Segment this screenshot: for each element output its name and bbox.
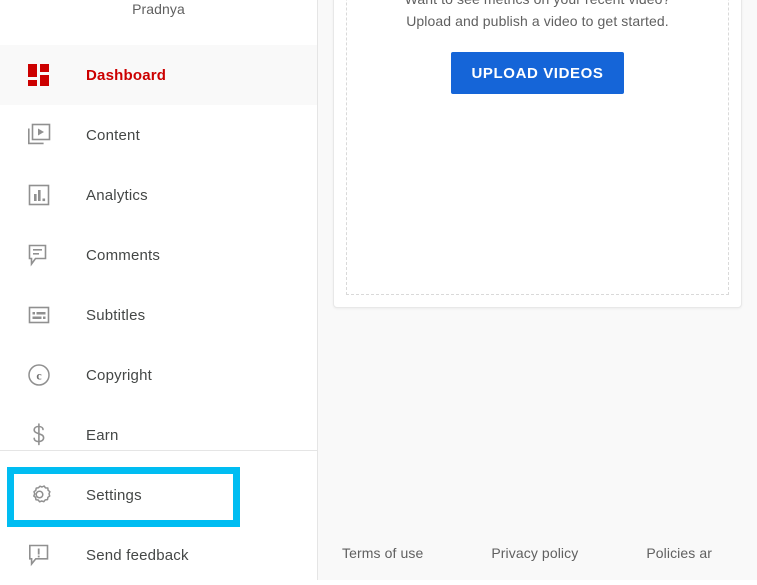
footer-link-terms[interactable]: Terms of use <box>342 545 423 561</box>
channel-name: Pradnya <box>132 1 185 17</box>
dashboard-card: Want to see metrics on your recent video… <box>333 0 742 308</box>
dashboard-icon <box>24 60 54 90</box>
sidebar-item-label: Subtitles <box>86 306 146 324</box>
footer-link-privacy[interactable]: Privacy policy <box>491 545 578 561</box>
footer-links: Terms of use Privacy policy Policies ar <box>342 545 757 561</box>
sidebar-nav: Dashboard Content Analytics Comments Sub… <box>0 45 317 585</box>
sidebar-item-settings[interactable]: Settings <box>0 465 317 525</box>
sidebar-item-label: Copyright <box>86 366 152 384</box>
sidebar-item-label: Comments <box>86 246 161 264</box>
feedback-icon <box>24 540 54 570</box>
sidebar-item-analytics[interactable]: Analytics <box>0 165 317 225</box>
sidebar-item-subtitles[interactable]: Subtitles <box>0 285 317 345</box>
youtube-studio-window: Pradnya Dashboard Content Analytics Comm… <box>0 0 757 580</box>
empty-state-dropzone[interactable]: Want to see metrics on your recent video… <box>346 0 729 295</box>
dollar-icon <box>24 420 54 450</box>
sidebar-item-earn[interactable]: Earn <box>0 405 317 465</box>
sidebar-item-label: Settings <box>86 486 142 504</box>
comments-icon <box>24 240 54 270</box>
empty-state-line2: Upload and publish a video to get starte… <box>406 13 669 29</box>
sidebar: Pradnya Dashboard Content Analytics Comm… <box>0 0 318 580</box>
copyright-icon: c <box>24 360 54 390</box>
sidebar-item-label: Earn <box>86 426 119 444</box>
sidebar-item-content[interactable]: Content <box>0 105 317 165</box>
sidebar-item-label: Send feedback <box>86 546 189 564</box>
main-content: Want to see metrics on your recent video… <box>318 0 757 580</box>
analytics-icon <box>24 180 54 210</box>
sidebar-item-send-feedback[interactable]: Send feedback <box>0 525 317 585</box>
svg-text:c: c <box>36 369 42 383</box>
empty-state-line1: Want to see metrics on your recent video… <box>405 0 671 10</box>
sidebar-divider <box>0 450 317 451</box>
sidebar-item-label: Content <box>86 126 140 144</box>
upload-videos-button[interactable]: UPLOAD VIDEOS <box>450 52 625 94</box>
sidebar-item-label: Analytics <box>86 186 148 204</box>
sidebar-item-comments[interactable]: Comments <box>0 225 317 285</box>
sidebar-item-copyright[interactable]: c Copyright <box>0 345 317 405</box>
subtitles-icon <box>24 300 54 330</box>
empty-state-text: Want to see metrics on your recent video… <box>405 0 671 32</box>
content-icon <box>24 120 54 150</box>
footer-link-policies[interactable]: Policies ar <box>646 545 712 561</box>
sidebar-item-label: Dashboard <box>86 66 167 84</box>
footer: Terms of use Privacy policy Policies ar <box>318 520 757 580</box>
gear-icon <box>24 480 54 510</box>
sidebar-item-dashboard[interactable]: Dashboard <box>0 45 317 105</box>
